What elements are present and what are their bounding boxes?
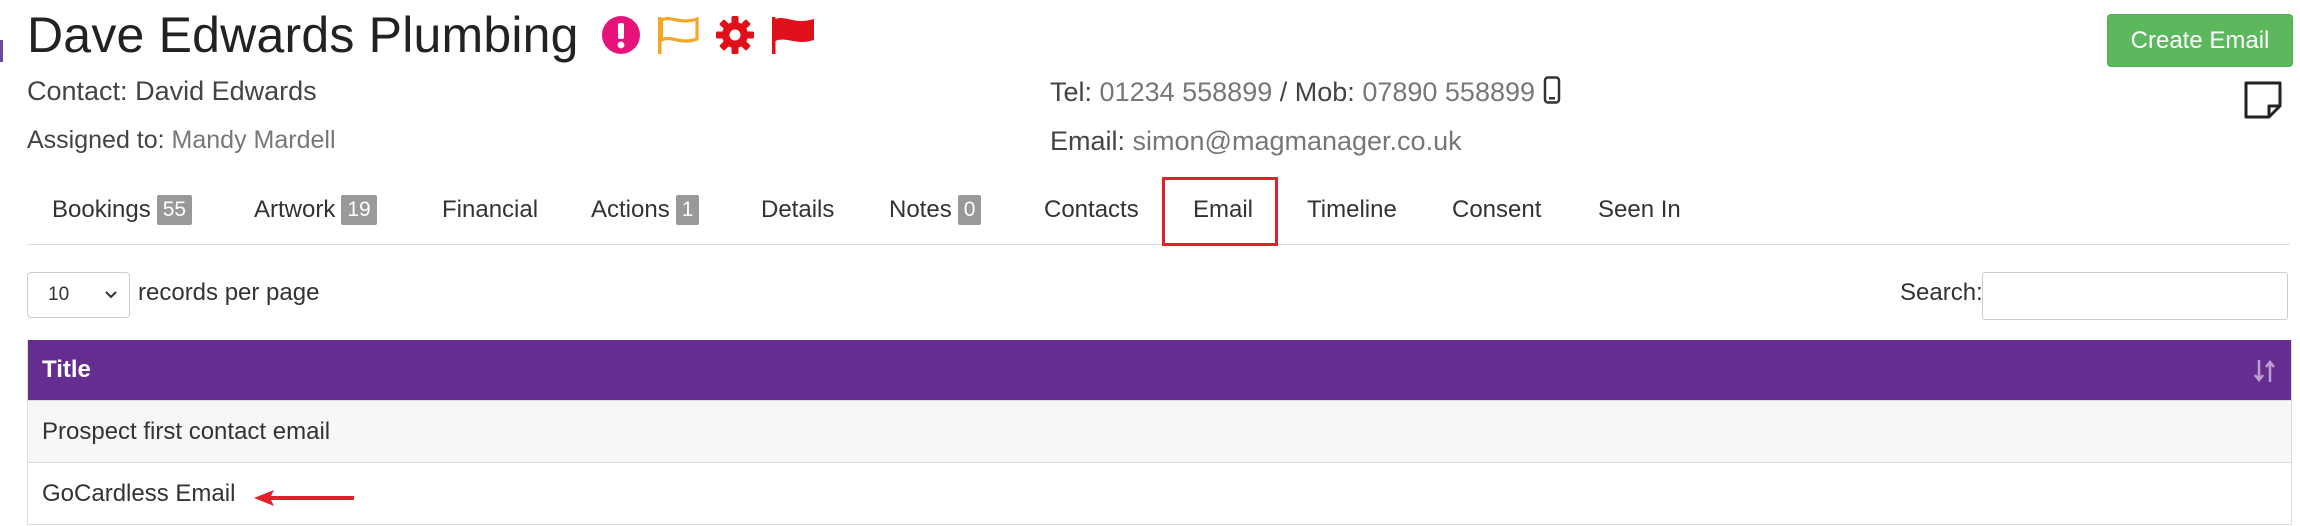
mobile-phone-icon bbox=[1543, 76, 1561, 111]
tab-financial[interactable]: Financial bbox=[442, 176, 538, 244]
status-icons bbox=[601, 15, 831, 55]
table-header[interactable]: Title bbox=[28, 340, 2291, 400]
phone-line: Tel: 01234 558899 / Mob: 07890 558899 bbox=[1050, 76, 1561, 111]
email-table: Title Prospect first contact email GoCar… bbox=[27, 340, 2292, 525]
search-label: Search: bbox=[1900, 279, 1983, 306]
tab-label: Seen In bbox=[1598, 196, 1681, 223]
tab-label: Timeline bbox=[1307, 196, 1397, 223]
tel-label: Tel: bbox=[1050, 77, 1093, 107]
table-row[interactable]: Prospect first contact email bbox=[28, 400, 2291, 462]
tab-label: Actions bbox=[591, 196, 670, 223]
tab-actions[interactable]: Actions 1 bbox=[591, 176, 700, 244]
gear-icon[interactable] bbox=[715, 15, 755, 55]
table-row[interactable]: GoCardless Email bbox=[28, 462, 2291, 524]
contact-line: Contact: David Edwards bbox=[27, 76, 317, 107]
contact-value: David Edwards bbox=[135, 76, 317, 106]
tab-bar: Bookings 55 Artwork 19 Financial Actions… bbox=[27, 176, 2290, 245]
tab-artwork[interactable]: Artwork 19 bbox=[254, 176, 377, 244]
phone-separator: / bbox=[1279, 77, 1288, 107]
assigned-label: Assigned to: bbox=[27, 126, 165, 154]
mob-label: Mob: bbox=[1294, 77, 1355, 107]
tab-label: Contacts bbox=[1044, 196, 1139, 223]
search-input[interactable] bbox=[1982, 272, 2288, 320]
tab-timeline[interactable]: Timeline bbox=[1307, 176, 1397, 244]
column-title: Title bbox=[42, 356, 91, 383]
email-label: Email: bbox=[1050, 126, 1126, 156]
mob-value[interactable]: 07890 558899 bbox=[1362, 77, 1535, 107]
tab-contacts[interactable]: Contacts bbox=[1044, 176, 1139, 244]
email-line: Email: simon@magmanager.co.uk bbox=[1050, 126, 1462, 157]
tel-value[interactable]: 01234 558899 bbox=[1100, 77, 1273, 107]
tab-badge: 0 bbox=[957, 195, 982, 225]
tab-badge: 19 bbox=[341, 195, 377, 225]
assigned-line: Assigned to: Mandy Mardell bbox=[27, 126, 336, 155]
contact-label: Contact: bbox=[27, 76, 128, 106]
red-arrow-annotation bbox=[252, 486, 356, 515]
sticky-note-icon[interactable] bbox=[2243, 80, 2283, 125]
tab-label: Notes bbox=[889, 196, 952, 223]
assigned-value: Mandy Mardell bbox=[171, 126, 336, 154]
page-header: Dave Edwards Plumbing bbox=[27, 6, 831, 64]
tab-consent[interactable]: Consent bbox=[1452, 176, 1541, 244]
exclamation-circle-icon[interactable] bbox=[601, 15, 641, 55]
create-email-button[interactable]: Create Email bbox=[2107, 14, 2293, 67]
page-title: Dave Edwards Plumbing bbox=[27, 7, 579, 63]
tab-label: Artwork bbox=[254, 196, 336, 223]
tab-label: Financial bbox=[442, 196, 539, 223]
tab-badge: 55 bbox=[156, 195, 193, 225]
flag-outline-icon[interactable] bbox=[655, 15, 701, 55]
page-length-value: 10 bbox=[48, 284, 70, 305]
tab-label: Bookings bbox=[52, 196, 151, 223]
tab-label: Consent bbox=[1452, 196, 1542, 223]
tab-badge: 1 bbox=[675, 195, 700, 225]
tab-label: Email bbox=[1193, 196, 1254, 223]
tab-details[interactable]: Details bbox=[761, 176, 834, 244]
page-length-select[interactable]: 10 bbox=[27, 272, 130, 318]
tab-seen-in[interactable]: Seen In bbox=[1598, 176, 1681, 244]
sort-icon[interactable] bbox=[2253, 358, 2277, 391]
left-edge-mark bbox=[0, 40, 3, 62]
tab-bookings[interactable]: Bookings 55 bbox=[52, 176, 193, 244]
chevron-down-icon bbox=[103, 286, 119, 308]
tab-notes[interactable]: Notes 0 bbox=[889, 176, 982, 244]
email-value[interactable]: simon@magmanager.co.uk bbox=[1133, 126, 1462, 156]
flag-filled-icon[interactable] bbox=[769, 15, 817, 55]
row-title[interactable]: Prospect first contact email bbox=[42, 418, 330, 446]
page-length-label: records per page bbox=[138, 279, 320, 306]
row-title[interactable]: GoCardless Email bbox=[42, 480, 235, 508]
tab-label: Details bbox=[761, 196, 835, 223]
tab-email[interactable]: Email bbox=[1193, 176, 1253, 244]
